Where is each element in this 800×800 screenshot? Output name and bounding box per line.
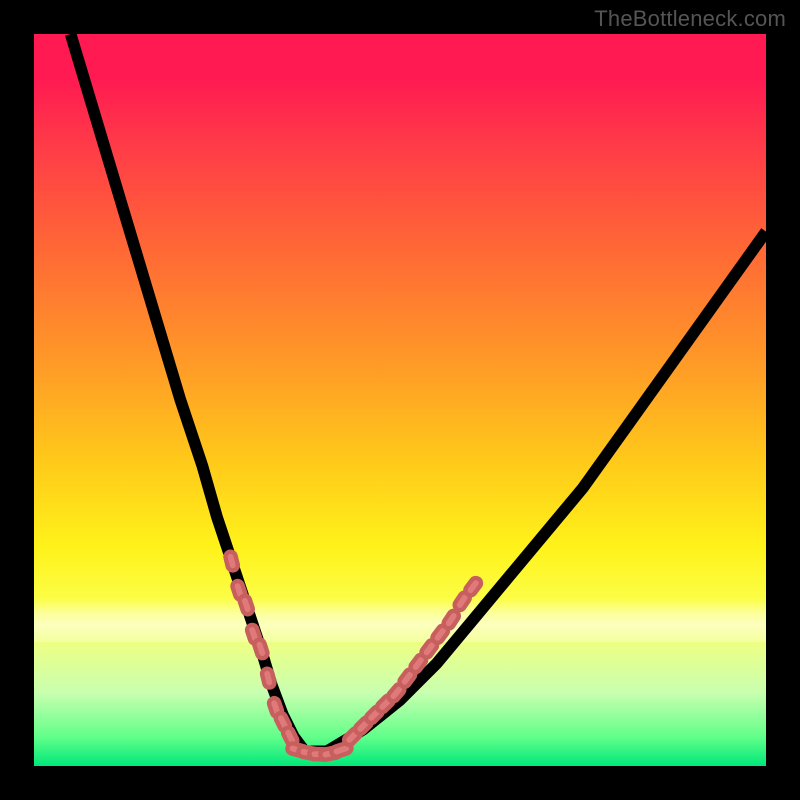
data-marker bbox=[253, 638, 269, 659]
data-marker bbox=[224, 551, 239, 572]
data-marker bbox=[442, 609, 461, 631]
plot-area bbox=[34, 34, 766, 766]
data-marker bbox=[463, 576, 483, 597]
bottleneck-curve bbox=[71, 34, 766, 751]
watermark-text: TheBottleneck.com bbox=[594, 6, 786, 32]
data-marker bbox=[238, 594, 254, 615]
data-marker bbox=[261, 668, 276, 689]
chart-frame: TheBottleneck.com bbox=[0, 0, 800, 800]
curve-layer bbox=[34, 34, 766, 766]
